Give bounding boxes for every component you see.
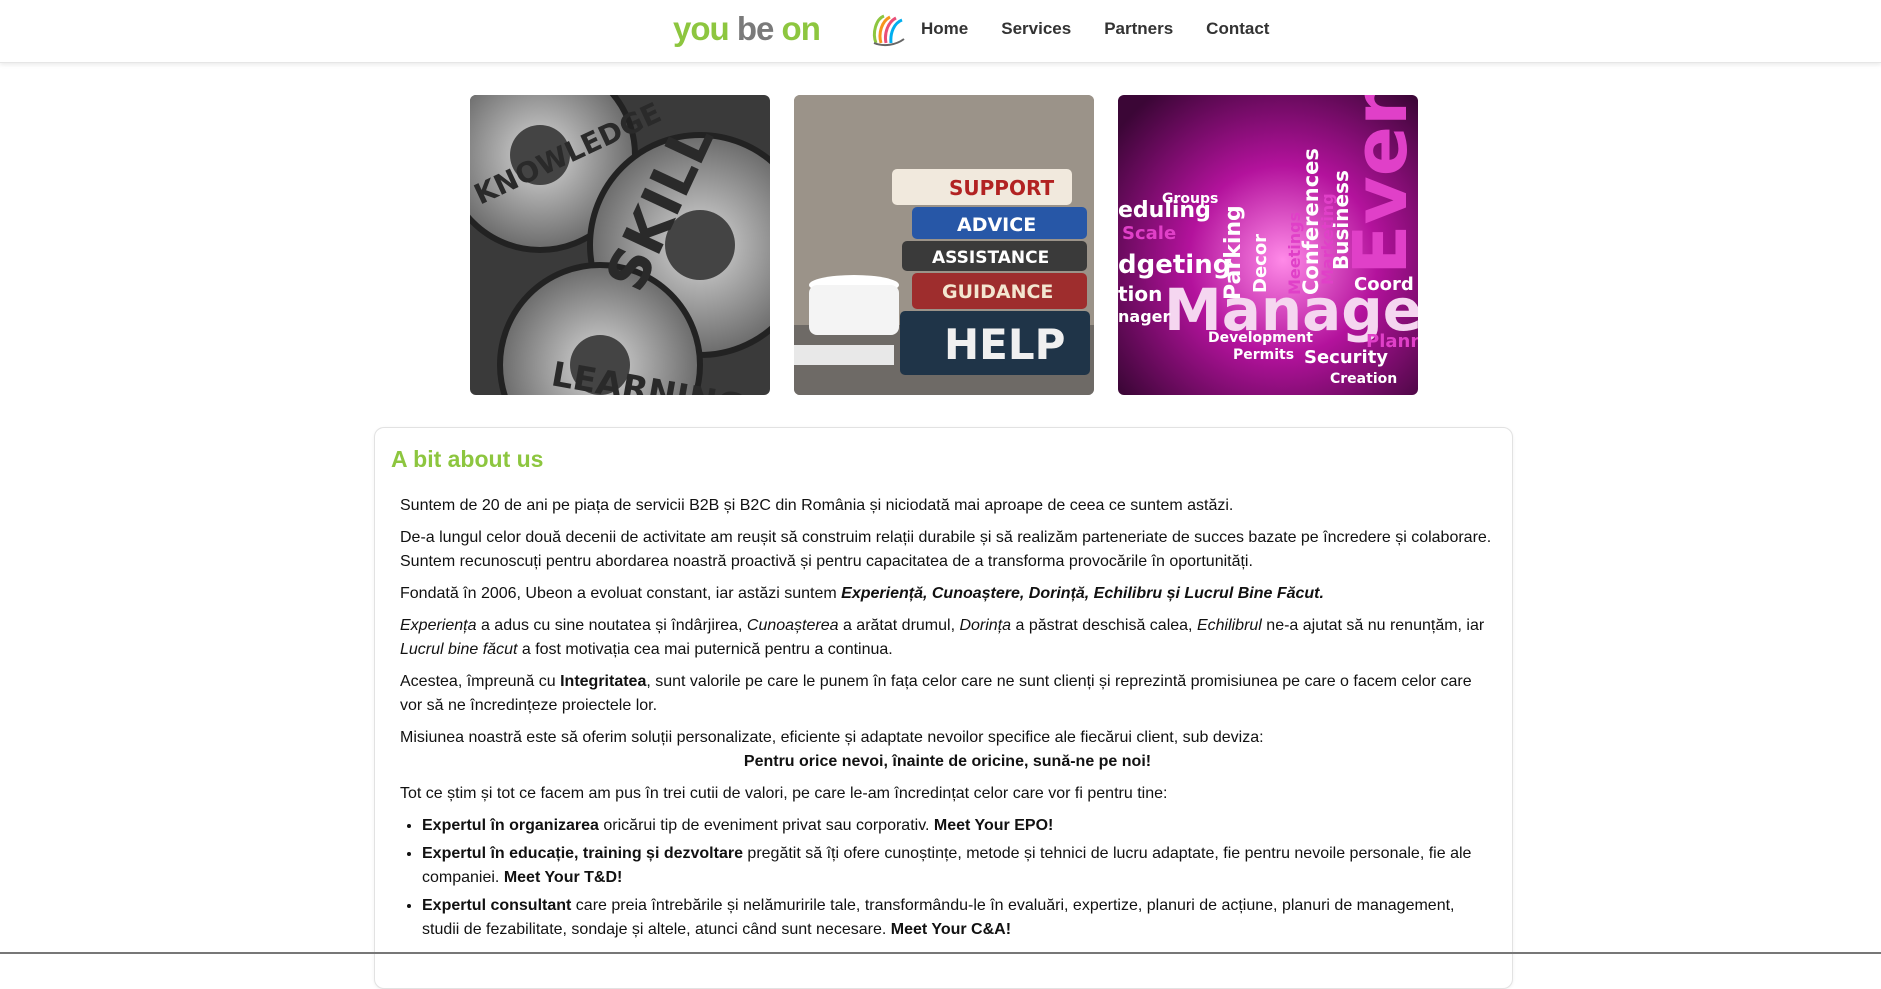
bullet-title: Expertul consultant	[422, 897, 572, 914]
about-paragraph-6: Misiunea noastră este să oferim soluții …	[400, 729, 1264, 746]
about-card: A bit about us Suntem de 20 de ani pe pi…	[374, 427, 1513, 989]
logo-part-on: on	[781, 10, 821, 47]
p4-i3: Dorința	[959, 617, 1012, 634]
about-paragraph-1: Suntem de 20 de ani pe piața de servicii…	[400, 497, 1234, 514]
nav-partners[interactable]: Partners	[1104, 19, 1173, 39]
book-word-advice: ADVICE	[957, 214, 1036, 236]
about-motto: Pentru orice nevoi, înainte de oricine, …	[743, 753, 1152, 770]
nav-home[interactable]: Home	[921, 19, 968, 39]
p4-i4: Echilibrul	[1196, 617, 1262, 634]
cloud-word-development: Development	[1208, 330, 1313, 346]
cloud-word-meetings: Meetings	[1285, 212, 1304, 295]
cloud-word-coord: Coord	[1354, 274, 1414, 295]
cloud-word-decor: Decor	[1250, 234, 1271, 293]
p3-text: Fondată în 2006, Ubeon a evoluat constan…	[400, 585, 842, 602]
event-wordcloud-image: Event Management Conferences Business Pa…	[1118, 95, 1418, 395]
cloud-word-eduling: eduling	[1118, 198, 1211, 223]
about-paragraph-7: Tot ce știm și tot ce facem am pus în tr…	[400, 785, 1168, 802]
main-nav: Home Services Partners Contact	[921, 19, 1302, 39]
p5-b1: Integritatea	[560, 673, 647, 690]
cloud-word-marketing: Marketing	[1318, 193, 1337, 285]
p4-i2: Cunoașterea	[746, 617, 839, 634]
cloud-word-tion: tion	[1118, 282, 1162, 306]
bullet-title: Expertul în organizarea	[422, 817, 599, 834]
services-list: Expertul în organizarea oricărui tip de …	[400, 814, 1495, 942]
cloud-word-dgeting: dgeting	[1118, 250, 1231, 280]
logo-part-you: you	[673, 10, 730, 47]
cloud-word-permits: Permits	[1233, 347, 1294, 363]
site-logo[interactable]: you be on	[673, 10, 821, 48]
p4-t2: a arătat drumul,	[838, 617, 960, 634]
about-title: A bit about us	[391, 446, 544, 472]
books-image: SUPPORT ADVICE ASSISTANCE GUIDANCE HELP	[794, 95, 1094, 395]
list-item: Expertul în educație, training și dezvol…	[422, 842, 1495, 890]
logo-part-be: be	[736, 10, 775, 47]
colored-swirl-icon	[872, 14, 905, 47]
book-word-help: HELP	[944, 320, 1065, 369]
bullet-tag: Meet Your EPO!	[933, 817, 1054, 834]
cloud-word-nager: nager	[1118, 307, 1170, 326]
book-word-support: SUPPORT	[949, 176, 1054, 200]
cloud-word-planni: Planni	[1366, 331, 1418, 352]
bullet-tag: Meet Your C&A!	[890, 921, 1012, 938]
book-word-guidance: GUIDANCE	[942, 281, 1053, 303]
about-paragraph-2: De-a lungul celor două decenii de activi…	[400, 529, 1492, 570]
p3-values: Experiență, Cunoaștere, Dorință, Echilib…	[841, 585, 1324, 602]
p4-i5: Lucrul bine făcut	[400, 641, 518, 658]
cloud-word-creation: Creation	[1330, 371, 1397, 387]
about-paragraph-3: Fondată în 2006, Ubeon a evoluat constan…	[400, 582, 1495, 606]
bullet-title: Expertul în educație, training și dezvol…	[422, 845, 743, 862]
list-item: Expertul în organizarea oricărui tip de …	[422, 814, 1495, 838]
p5-t1: Acestea, împreună cu	[400, 673, 561, 690]
list-item: Expertul consultant care preia întrebări…	[422, 894, 1495, 942]
about-content: Suntem de 20 de ani pe piața de servicii…	[400, 494, 1495, 946]
p4-i1: Experiența	[400, 617, 477, 634]
bullet-text: oricărui tip de eveniment privat sau cor…	[598, 817, 934, 834]
about-paragraph-4: Experiența a adus cu sine noutatea și în…	[400, 614, 1495, 662]
nav-contact[interactable]: Contact	[1206, 19, 1269, 39]
nav-services[interactable]: Services	[1001, 19, 1071, 39]
gears-image: KNOWLEDGE SKILL LEARNING	[470, 95, 770, 395]
about-paragraph-5: Acestea, împreună cu Integritatea, sunt …	[400, 670, 1495, 718]
site-header: you be on Home Services Partners Contact	[0, 0, 1881, 63]
book-word-assistance: ASSISTANCE	[932, 248, 1049, 268]
p4-t4: ne-a ajutat să nu renunțăm, iar	[1261, 617, 1485, 634]
p4-t3: a păstrat deschisă calea,	[1011, 617, 1197, 634]
p4-t5: a fost motivația cea mai puternică pentr…	[517, 641, 893, 658]
bullet-tag: Meet Your T&D!	[503, 869, 623, 886]
cloud-word-scale: Scale	[1122, 223, 1176, 244]
p4-t1: a adus cu sine noutatea și îndârjirea,	[476, 617, 747, 634]
